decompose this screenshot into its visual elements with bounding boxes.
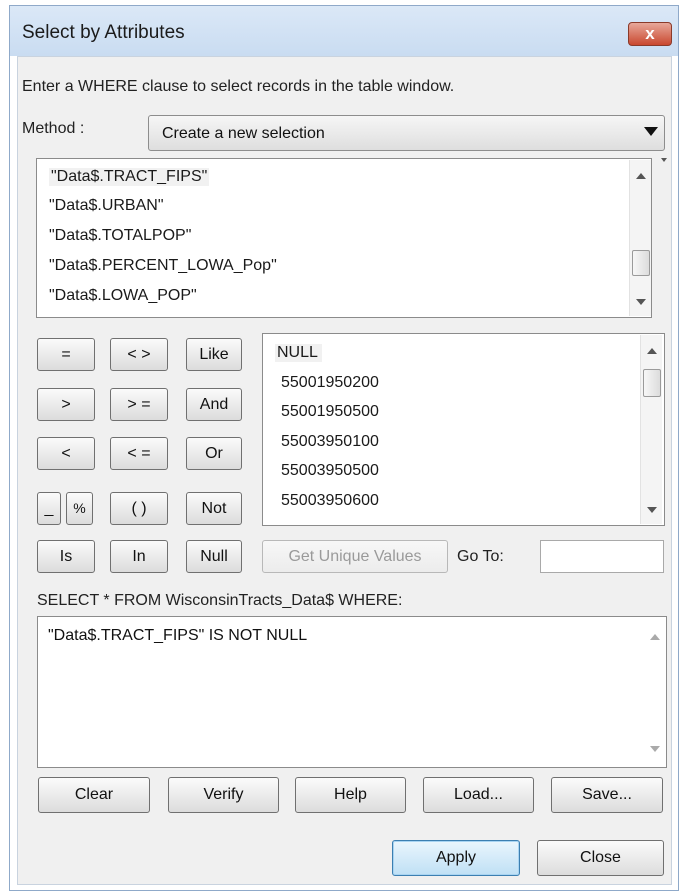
field-list[interactable]: "Data$.TRACT_FIPS" "Data$.URBAN" "Data$.… [36, 158, 652, 318]
value-item[interactable]: 55003950500 [281, 462, 379, 480]
scroll-up-icon[interactable] [636, 173, 646, 179]
goto-input[interactable] [540, 540, 664, 573]
editor-scrollbar[interactable] [644, 618, 666, 766]
help-button[interactable]: Help [295, 777, 406, 813]
scroll-down-icon[interactable] [650, 746, 660, 752]
get-unique-values-button[interactable]: Get Unique Values [262, 540, 448, 573]
scroll-up-icon[interactable] [647, 348, 657, 354]
chevron-down-icon [644, 127, 658, 136]
field-item[interactable]: "Data$.TRACT_FIPS" [49, 168, 210, 186]
load-button[interactable]: Load... [423, 777, 534, 813]
method-value: Create a new selection [162, 125, 325, 142]
wildcard-percent-button[interactable]: % [66, 492, 93, 525]
operator-is-button[interactable]: Is [37, 540, 95, 573]
operator-null-button[interactable]: Null [186, 540, 242, 573]
operator-greater-button[interactable]: > [37, 388, 95, 421]
value-item[interactable]: NULL [275, 344, 322, 362]
title-bar: Select by Attributes x [10, 6, 678, 56]
clear-button[interactable]: Clear [38, 777, 150, 813]
operator-and-button[interactable]: And [186, 388, 242, 421]
goto-label: Go To: [457, 548, 504, 565]
operator-or-button[interactable]: Or [186, 437, 242, 470]
verify-button[interactable]: Verify [168, 777, 279, 813]
dialog-title: Select by Attributes [22, 22, 185, 43]
value-item[interactable]: 55003950100 [281, 433, 379, 451]
parentheses-button[interactable]: ( ) [110, 492, 168, 525]
field-list-scrollbar[interactable] [629, 160, 651, 316]
apply-button[interactable]: Apply [392, 840, 520, 876]
operator-less-equal-button[interactable]: < = [110, 437, 168, 470]
field-item[interactable]: "Data$.PERCENT_LOWA_Pop" [49, 257, 277, 275]
operator-equals-button[interactable]: = [37, 338, 95, 371]
operator-greater-equal-button[interactable]: > = [110, 388, 168, 421]
scroll-down-icon[interactable] [647, 507, 657, 513]
where-clause-text: "Data$.TRACT_FIPS" IS NOT NULL [48, 627, 308, 644]
scroll-down-icon[interactable] [636, 299, 646, 305]
scroll-thumb[interactable] [643, 369, 661, 397]
value-item[interactable]: 55001950200 [281, 374, 379, 392]
value-item[interactable]: 55001950500 [281, 403, 379, 421]
field-item[interactable]: "Data$.TOTALPOP" [49, 227, 191, 245]
close-window-button[interactable]: x [628, 22, 672, 46]
operator-like-button[interactable]: Like [186, 338, 242, 371]
instruction-text: Enter a WHERE clause to select records i… [22, 78, 455, 95]
scroll-thumb[interactable] [632, 250, 650, 276]
field-item[interactable]: "Data$.LOWA_POP" [49, 287, 197, 305]
close-icon: x [645, 24, 655, 43]
value-item[interactable]: 55003950600 [281, 492, 379, 510]
method-dropdown[interactable]: Create a new selection [148, 115, 665, 151]
operator-not-button[interactable]: Not [186, 492, 242, 525]
resize-arrow-icon [661, 158, 667, 162]
close-button[interactable]: Close [537, 840, 664, 876]
field-item[interactable]: "Data$.URBAN" [49, 197, 164, 215]
save-button[interactable]: Save... [551, 777, 663, 813]
unique-values-list[interactable]: NULL 55001950200 55001950500 55003950100… [262, 333, 665, 526]
wildcard-underscore-button[interactable]: _ [37, 492, 61, 525]
values-scrollbar[interactable] [640, 335, 662, 524]
scroll-up-icon[interactable] [650, 634, 660, 640]
operator-less-button[interactable]: < [37, 437, 95, 470]
sql-prefix-label: SELECT * FROM WisconsinTracts_Data$ WHER… [37, 592, 403, 609]
where-clause-editor[interactable]: "Data$.TRACT_FIPS" IS NOT NULL [37, 616, 667, 768]
method-label: Method : [22, 120, 85, 137]
operator-in-button[interactable]: In [110, 540, 168, 573]
operator-not-equal-button[interactable]: < > [110, 338, 168, 371]
